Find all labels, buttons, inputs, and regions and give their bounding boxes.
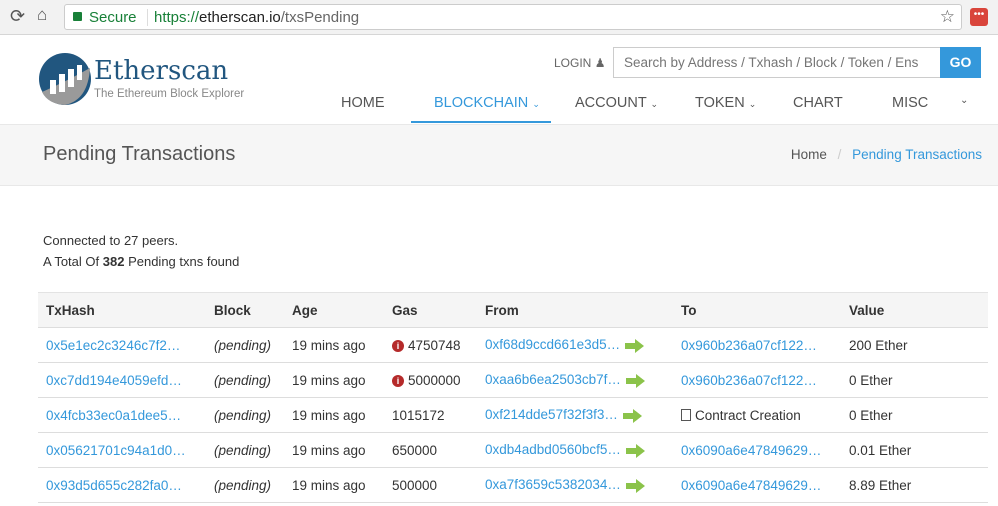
chevron-down-icon: ⌄ xyxy=(650,99,659,109)
chevron-down-icon: ⌄ xyxy=(532,99,540,109)
table-row: 0x5e1ec2c3246c7f2… (pending) 19 mins ago… xyxy=(38,327,988,363)
column-header: From xyxy=(477,292,673,328)
chevron-down-icon[interactable]: ⌄ xyxy=(960,95,968,106)
gas: 1015172 xyxy=(392,407,445,423)
table-row: 0x05621701c94a1d0… (pending) 19 mins ago… xyxy=(38,432,988,468)
peers-status: Connected to 27 peers. xyxy=(43,233,179,248)
from-address-link[interactable]: 0xa7f3659c5382034… xyxy=(485,477,621,492)
address-bar[interactable]: Secure https://etherscan.io/txsPending ☆ xyxy=(64,4,962,30)
arrow-right-icon xyxy=(625,373,645,388)
age: 19 mins ago xyxy=(292,477,366,493)
reload-icon[interactable]: ⟳ xyxy=(10,6,25,27)
table-row: 0xc7dd194e4059efd… (pending) 19 mins ago… xyxy=(38,362,988,398)
from-address-link[interactable]: 0xf68d9ccd661e3d5… xyxy=(485,337,620,352)
block-status: (pending) xyxy=(214,442,272,458)
value: 0 Ether xyxy=(849,407,893,423)
bookmark-star-icon[interactable]: ☆ xyxy=(940,7,955,27)
nav-chart[interactable]: CHART xyxy=(793,95,843,111)
arrow-right-icon xyxy=(625,478,645,493)
gas: 4750748 xyxy=(408,337,461,353)
column-header: Value xyxy=(841,292,988,328)
arrow-right-icon xyxy=(625,443,645,458)
total-pending: A Total Of 382 Pending txns found xyxy=(43,254,240,269)
to-address-link[interactable]: 0x6090a6e47849629… xyxy=(681,478,821,493)
search-go-button[interactable]: GO xyxy=(940,47,981,78)
logo[interactable]: Etherscan The Ethereum Block Explorer xyxy=(38,52,248,107)
column-header: To xyxy=(673,292,841,328)
nav-token[interactable]: TOKEN ⌄ xyxy=(695,95,756,111)
breadcrumb-home[interactable]: Home xyxy=(791,147,827,162)
age: 19 mins ago xyxy=(292,337,366,353)
nav-account[interactable]: ACCOUNT ⌄ xyxy=(575,95,658,111)
tx-hash-link[interactable]: 0x5e1ec2c3246c7f2… xyxy=(46,338,180,353)
user-icon: ♟ xyxy=(594,56,606,70)
info-warning-icon[interactable]: i xyxy=(392,374,404,387)
column-header: Block xyxy=(206,292,284,328)
tx-hash-link[interactable]: 0x05621701c94a1d0… xyxy=(46,443,186,458)
lock-icon xyxy=(73,12,82,21)
arrow-right-icon xyxy=(625,338,645,353)
column-header: TxHash xyxy=(38,292,206,328)
table-row: 0x93d5d655c282fa0… (pending) 19 mins ago… xyxy=(38,467,988,503)
table-row: 0x4fcb33ec0a1dee5… (pending) 19 mins ago… xyxy=(38,397,988,433)
tx-hash-link[interactable]: 0x4fcb33ec0a1dee5… xyxy=(46,408,181,423)
to-address-link[interactable]: 0x960b236a07cf122… xyxy=(681,338,817,353)
gas: 650000 xyxy=(392,442,438,458)
chevron-down-icon: ⌄ xyxy=(748,99,757,109)
column-header: Gas xyxy=(384,292,477,328)
arrow-right-icon xyxy=(622,408,642,423)
nav-misc[interactable]: MISC xyxy=(892,95,928,111)
contract-icon xyxy=(681,408,691,421)
breadcrumb: Home / Pending Transactions xyxy=(790,147,982,162)
nav-home[interactable]: HOME xyxy=(341,95,385,111)
from-address-link[interactable]: 0xaa6b6ea2503cb7f… xyxy=(485,372,621,387)
search-input[interactable] xyxy=(613,47,941,78)
tx-hash-link[interactable]: 0x93d5d655c282fa0… xyxy=(46,478,182,493)
info-warning-icon[interactable]: i xyxy=(392,339,404,352)
secure-label: Secure xyxy=(89,9,137,26)
age: 19 mins ago xyxy=(292,407,366,423)
breadcrumb-current: Pending Transactions xyxy=(852,147,982,162)
gas: 500000 xyxy=(392,477,438,493)
to-address-link[interactable]: 0x6090a6e47849629… xyxy=(681,443,821,458)
value: 0.01 Ether xyxy=(849,442,912,458)
age: 19 mins ago xyxy=(292,442,366,458)
extension-icon[interactable]: ••• xyxy=(970,8,988,26)
from-address-link[interactable]: 0xf214dde57f32f3f3… xyxy=(485,407,618,422)
tx-hash-link[interactable]: 0xc7dd194e4059efd… xyxy=(46,373,182,388)
value: 200 Ether xyxy=(849,337,908,353)
block-status: (pending) xyxy=(214,477,272,493)
browser-toolbar: ⟳ ⌂ Secure https://etherscan.io/txsPendi… xyxy=(0,0,998,35)
page-header: Pending Transactions Home / Pending Tran… xyxy=(0,124,998,186)
to-contract-creation: Contract Creation xyxy=(695,407,801,423)
login-link[interactable]: LOGIN ♟ xyxy=(554,56,605,70)
pending-txns-table: TxHash Block Age Gas From To Value 0x5e1ec2c32… xyxy=(38,292,988,503)
column-header: Age xyxy=(284,292,384,328)
block-status: (pending) xyxy=(214,407,272,423)
page-title: Pending Transactions xyxy=(43,143,236,165)
nav-active-underline xyxy=(411,121,551,123)
home-icon[interactable]: ⌂ xyxy=(37,5,47,25)
from-address-link[interactable]: 0xdb4adbd0560bcf5… xyxy=(485,442,621,457)
nav-blockchain[interactable]: BLOCKCHAIN ⌄ xyxy=(434,95,540,111)
block-status: (pending) xyxy=(214,337,272,353)
url: https://etherscan.io/txsPending xyxy=(147,9,359,26)
value: 8.89 Ether xyxy=(849,477,912,493)
block-status: (pending) xyxy=(214,372,272,388)
to-address-link[interactable]: 0x960b236a07cf122… xyxy=(681,373,817,388)
logo-icon xyxy=(39,53,91,105)
age: 19 mins ago xyxy=(292,372,366,388)
gas: 5000000 xyxy=(408,372,461,388)
value: 0 Ether xyxy=(849,372,893,388)
